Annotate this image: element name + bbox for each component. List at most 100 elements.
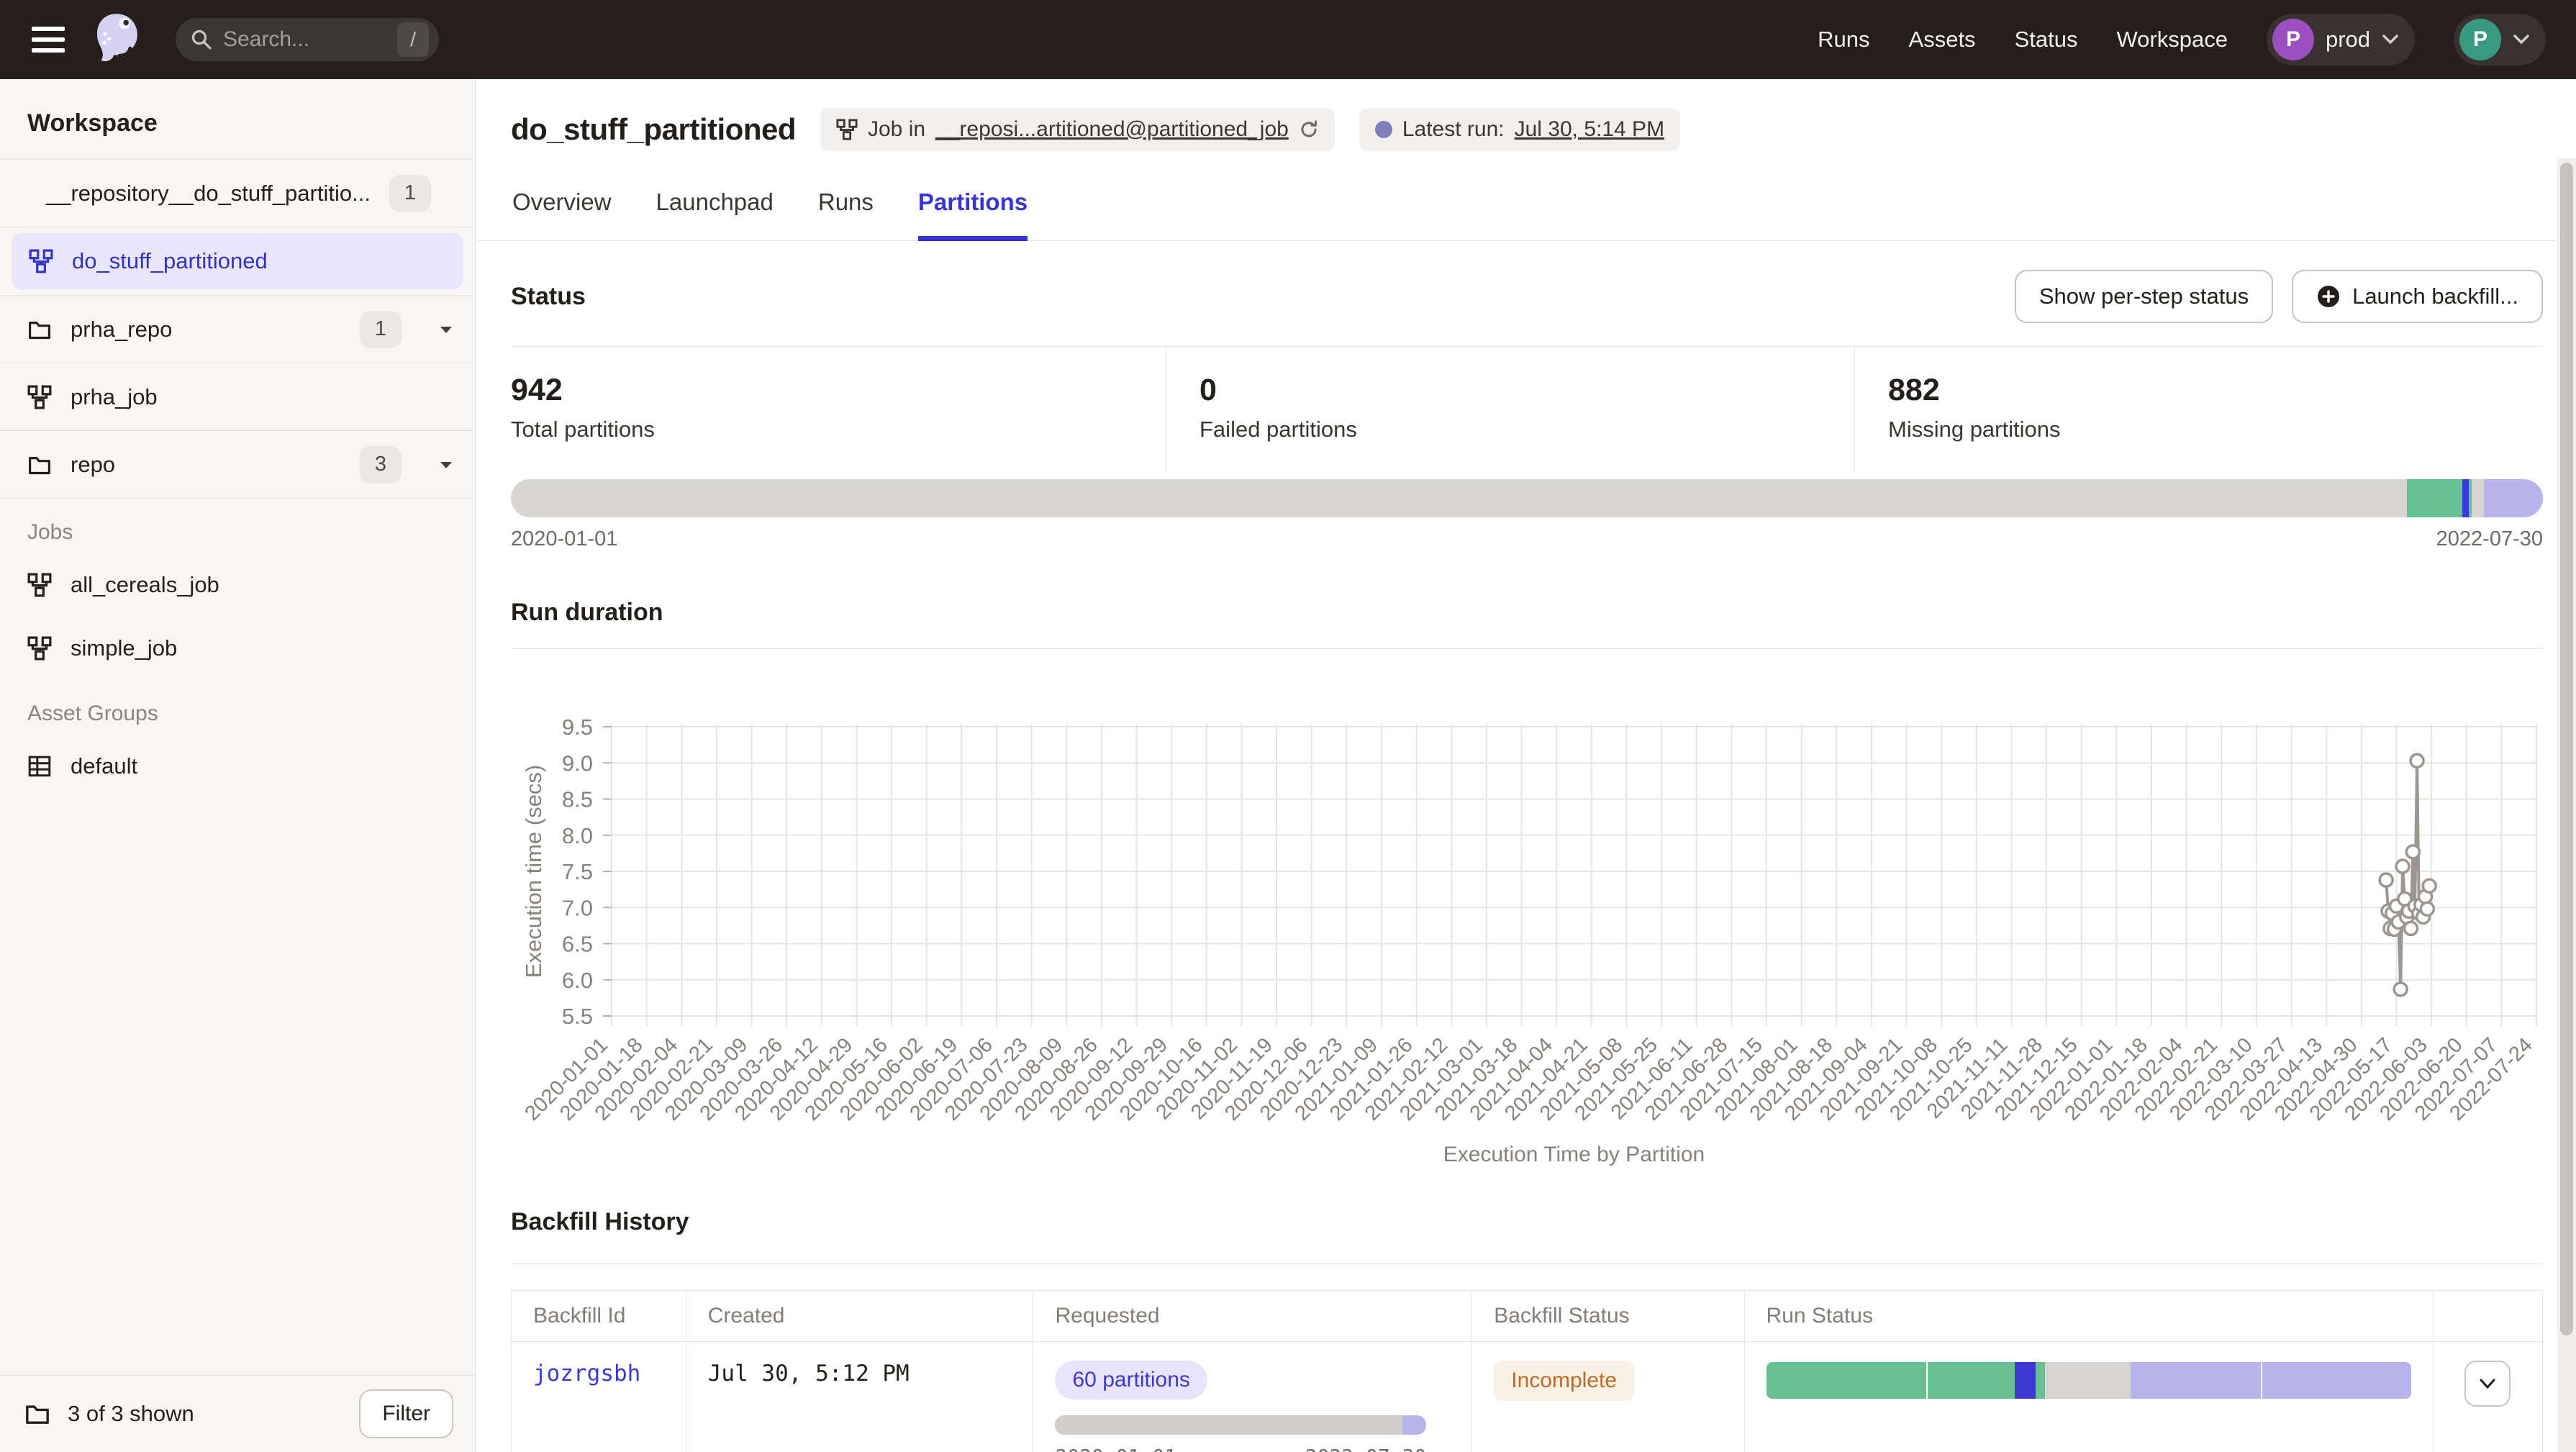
svg-text:5.5: 5.5 <box>562 1004 593 1029</box>
job-origin-tag: Job in __reposi...artitioned@partitioned… <box>820 108 1335 151</box>
requested-partitions-chip[interactable]: 60 partitions <box>1055 1361 1207 1399</box>
svg-text:Execution Time by Partition: Execution Time by Partition <box>1443 1143 1705 1166</box>
top-navbar: / Runs Assets Status Workspace P prod P <box>0 0 2576 79</box>
job-icon <box>27 636 52 661</box>
dagster-logo-icon[interactable] <box>92 12 144 67</box>
stat-value: 942 <box>511 373 1166 408</box>
col-backfill-status: Backfill Status <box>1472 1291 1744 1342</box>
col-backfill-id: Backfill Id <box>512 1291 686 1342</box>
job-icon <box>27 385 52 409</box>
sidebar-item-default-asset-group[interactable]: default <box>0 735 475 798</box>
svg-text:7.5: 7.5 <box>562 859 593 884</box>
sidebar-title: Workspace <box>0 79 475 159</box>
svg-text:6.0: 6.0 <box>562 968 593 993</box>
sidebar-item-simple-job[interactable]: simple_job <box>0 617 475 680</box>
filter-button[interactable]: Filter <box>359 1389 453 1438</box>
sidebar-item-prha-job[interactable]: prha_job <box>0 363 475 430</box>
job-origin-link[interactable]: __reposi...artitioned@partitioned_job <box>935 117 1289 142</box>
latest-run-tag: Latest run: Jul 30, 5:14 PM <box>1359 108 1680 151</box>
partition-status-bar[interactable] <box>511 479 2543 517</box>
partition-stats: 942 Total partitions 0 Failed partitions… <box>511 347 2543 473</box>
tab-launchpad[interactable]: Launchpad <box>656 189 774 241</box>
repo-shown-count: 3 of 3 shown <box>68 1401 194 1427</box>
job-tabs: Overview Launchpad Runs Partitions <box>511 189 2543 241</box>
deployment-avatar: P <box>2272 19 2314 60</box>
tab-runs[interactable]: Runs <box>818 189 874 241</box>
global-search[interactable]: / <box>176 18 439 61</box>
col-run-status: Run Status <box>1744 1291 2433 1342</box>
latest-run-link[interactable]: Jul 30, 5:14 PM <box>1515 117 1664 142</box>
latest-run-label: Latest run: <box>1402 117 1505 142</box>
asset-group-icon <box>27 754 52 779</box>
show-per-step-label: Show per-step status <box>2039 283 2249 309</box>
backfill-id-link[interactable]: jozrgsbh <box>533 1361 640 1387</box>
show-per-step-status-button[interactable]: Show per-step status <box>2015 270 2273 323</box>
nav-link-workspace[interactable]: Workspace <box>2116 27 2228 53</box>
col-requested: Requested <box>1033 1291 1472 1342</box>
user-avatar: P <box>2459 19 2501 60</box>
repo-count-badge: 3 <box>360 446 402 484</box>
launch-backfill-button[interactable]: Launch backfill... <box>2292 270 2543 323</box>
job-icon <box>836 119 858 140</box>
backfill-history-heading: Backfill History <box>511 1208 2543 1236</box>
deployment-switcher[interactable]: P prod <box>2267 14 2415 65</box>
partition-range-start: 2020-01-01 <box>511 527 617 551</box>
nav-link-assets[interactable]: Assets <box>1909 27 1976 53</box>
stat-failed-partitions: 0 Failed partitions <box>1166 347 1854 473</box>
backfill-history-table: Backfill Id Created Requested Backfill S… <box>511 1290 2543 1452</box>
tab-partitions[interactable]: Partitions <box>918 189 1028 241</box>
search-icon <box>190 28 213 51</box>
search-input[interactable] <box>223 27 397 52</box>
svg-text:9.0: 9.0 <box>562 750 593 776</box>
deployment-name: prod <box>2326 27 2370 53</box>
workspace-sidebar: Workspace __repository__do_stuff_partiti… <box>0 79 476 1452</box>
requested-range-end: 2022-07-30 <box>1305 1445 1427 1452</box>
chevron-down-icon <box>2513 34 2530 45</box>
page-scrollbar[interactable] <box>2557 158 2576 1452</box>
sidebar-repo-repo[interactable]: repo 3 <box>0 431 475 498</box>
nav-link-status[interactable]: Status <box>2015 27 2078 53</box>
menu-icon[interactable] <box>32 27 65 53</box>
repo-count-badge: 1 <box>389 175 431 212</box>
caret-down-icon[interactable] <box>439 460 453 469</box>
stat-value: 882 <box>1888 373 2543 408</box>
chevron-down-icon <box>2478 1377 2497 1390</box>
job-label: simple_job <box>71 635 177 661</box>
nav-link-runs[interactable]: Runs <box>1818 27 1869 53</box>
job-origin-prefix: Job in <box>868 117 925 142</box>
sidebar-repo-repository-do-stuff[interactable]: __repository__do_stuff_partitio... 1 <box>0 160 475 227</box>
repo-label: prha_repo <box>71 317 172 342</box>
svg-text:8.0: 8.0 <box>562 823 593 848</box>
job-icon <box>27 573 52 597</box>
folder-icon <box>24 1401 50 1427</box>
partition-range-end: 2022-07-30 <box>2436 527 2543 551</box>
tab-overview[interactable]: Overview <box>512 189 612 241</box>
refresh-icon[interactable] <box>1299 119 1319 140</box>
stat-value: 0 <box>1199 373 1854 408</box>
plus-circle-icon <box>2316 284 2341 309</box>
asset-group-label: default <box>71 753 137 779</box>
svg-text:7.0: 7.0 <box>562 895 593 920</box>
run-duration-heading: Run duration <box>511 599 2543 627</box>
user-menu[interactable]: P <box>2454 14 2546 65</box>
run-status-bar[interactable] <box>1767 1362 2411 1399</box>
svg-text:Execution time (secs): Execution time (secs) <box>521 765 546 978</box>
expand-row-button[interactable] <box>2464 1361 2511 1407</box>
sidebar-item-do-stuff-partitioned[interactable]: do_stuff_partitioned <box>12 233 463 289</box>
stat-missing-partitions: 882 Missing partitions <box>1854 347 2543 473</box>
job-label: all_cereals_job <box>71 572 219 598</box>
folder-icon <box>27 453 52 477</box>
repo-label: __repository__do_stuff_partitio... <box>46 181 371 207</box>
chevron-down-icon <box>2382 34 2399 45</box>
svg-text:6.5: 6.5 <box>562 932 593 957</box>
sidebar-section-jobs: Jobs <box>0 499 475 553</box>
caret-down-icon[interactable] <box>439 325 453 334</box>
search-shortcut-key: / <box>397 22 429 57</box>
backfill-status-badge: Incomplete <box>1494 1361 1634 1401</box>
stat-total-partitions: 942 Total partitions <box>511 347 1166 473</box>
sidebar-repo-prha-repo[interactable]: prha_repo 1 <box>0 296 475 363</box>
sidebar-item-all-cereals-job[interactable]: all_cereals_job <box>0 553 475 617</box>
main-content: do_stuff_partitioned Job in __reposi...a… <box>476 79 2576 1452</box>
scrollbar-thumb[interactable] <box>2560 163 2573 1335</box>
job-icon <box>29 249 53 273</box>
